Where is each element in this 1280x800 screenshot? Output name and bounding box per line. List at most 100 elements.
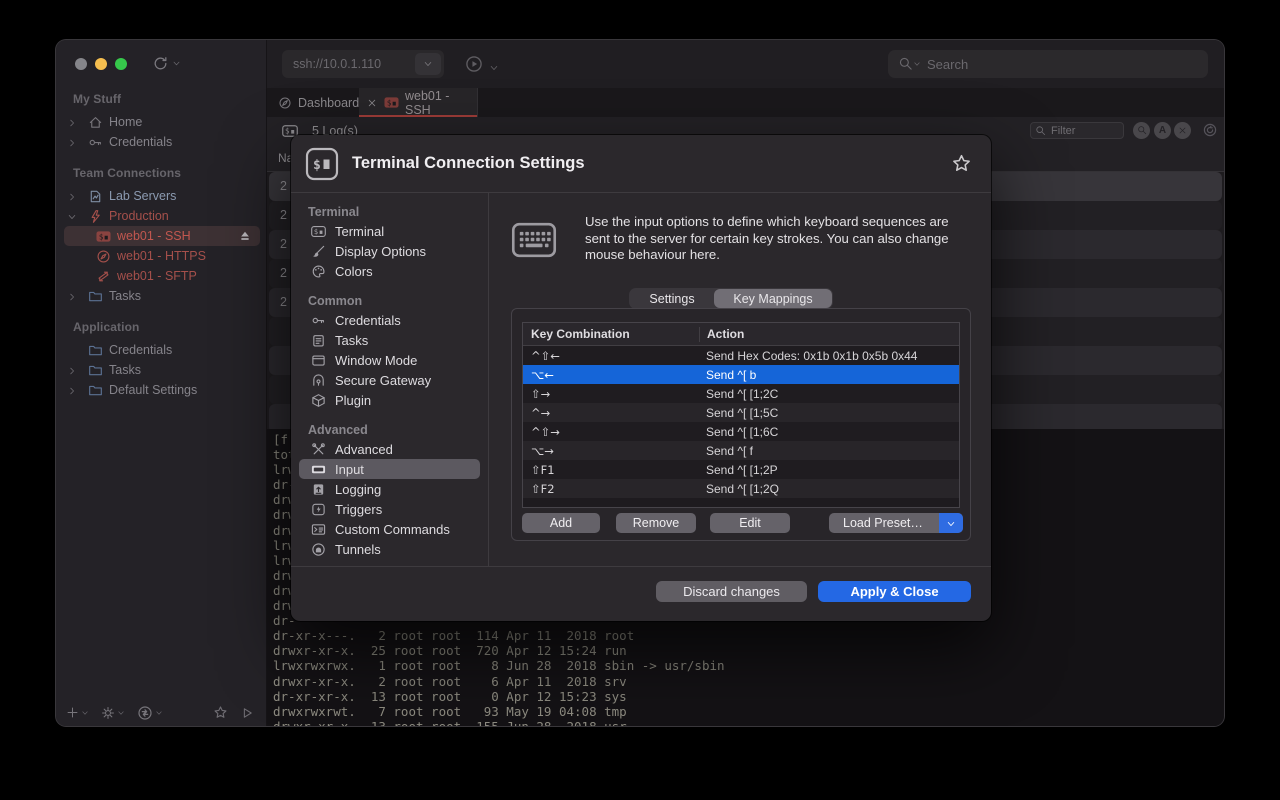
tab-label: web01 - SSH — [405, 89, 477, 117]
commands-icon — [311, 521, 327, 537]
window-icon — [311, 352, 327, 368]
filter-input[interactable]: Filter — [1030, 122, 1124, 139]
dialog-nav-item-secure-gateway[interactable]: Secure Gateway — [299, 370, 480, 390]
load-preset-button[interactable]: Load Preset… — [829, 513, 963, 533]
dialog-nav-label: Terminal — [335, 224, 384, 239]
dialog-nav-item-colors[interactable]: Colors — [299, 261, 480, 281]
tab-key-mappings[interactable]: Key Mappings — [714, 289, 832, 308]
address-dropdown-button[interactable] — [415, 53, 441, 75]
home-icon — [88, 114, 104, 129]
chevron-right-icon[interactable] — [67, 363, 81, 377]
search-input[interactable]: Search — [888, 50, 1208, 78]
column-key-combination[interactable]: Key Combination — [523, 327, 699, 341]
table-header[interactable]: Key Combination Action — [523, 323, 959, 346]
clear-button[interactable] — [1174, 122, 1191, 139]
remove-button[interactable]: Remove — [616, 513, 696, 533]
sidebar-item-credentials[interactable]: Credentials — [64, 340, 260, 360]
sidebar-item-label: web01 - SFTP — [117, 269, 197, 283]
zoom-button[interactable] — [1133, 122, 1150, 139]
key-mapping-row[interactable]: ⌥←Send ^[ b — [523, 365, 959, 384]
key-mapping-row[interactable]: ⇧→Send ^[ [1;2C — [523, 384, 959, 403]
run-button[interactable] — [465, 55, 483, 73]
traffic-light-minimize[interactable] — [95, 58, 107, 70]
key-mapping-row[interactable]: ^→Send ^[ [1;5C — [523, 403, 959, 422]
chevron-right-icon[interactable] — [67, 383, 81, 397]
sidebar-item-production[interactable]: Production — [64, 206, 260, 226]
dialog-nav-item-terminal[interactable]: $ Terminal — [299, 221, 480, 241]
traffic-light-zoom[interactable] — [115, 58, 127, 70]
transfer-button[interactable] — [137, 704, 165, 722]
refresh-button[interactable] — [1201, 122, 1218, 139]
dialog-nav-item-logging[interactable]: Logging — [299, 479, 480, 499]
settings-button[interactable] — [101, 704, 127, 722]
key-mapping-row[interactable]: ⇧F2Send ^[ [1;2Q — [523, 479, 959, 498]
sidebar-item-web01-sftp[interactable]: web01 - SFTP — [64, 266, 260, 286]
sidebar-item-label: web01 - HTTPS — [117, 249, 206, 263]
key-icon — [311, 312, 327, 328]
dialog-nav-item-advanced[interactable]: Advanced — [299, 439, 480, 459]
chevron-right-icon[interactable] — [67, 115, 81, 129]
sidebar-item-label: Credentials — [109, 343, 172, 357]
sidebar-item-default-settings[interactable]: Default Settings — [64, 380, 260, 400]
eject-icon[interactable] — [238, 229, 252, 244]
sidebar-item-home[interactable]: Home — [64, 112, 260, 132]
column-action[interactable]: Action — [699, 327, 959, 342]
dialog-nav-item-display-options[interactable]: Display Options — [299, 241, 480, 261]
dialog-nav-item-custom-commands[interactable]: Custom Commands — [299, 519, 480, 539]
sidebar-item-label: web01 - SSH — [117, 229, 191, 243]
key-mappings-group: Key Combination Action ^⇧←Send Hex Codes… — [511, 308, 971, 541]
address-combobox[interactable]: ssh://10.0.1.110 — [282, 50, 444, 78]
key-mapping-row[interactable]: ⇧F1Send ^[ [1;2P — [523, 460, 959, 479]
key-mapping-row[interactable]: ^⇧←Send Hex Codes: 0x1b 0x1b 0x5b 0x44 — [523, 346, 959, 365]
dialog-nav-item-window-mode[interactable]: Window Mode — [299, 350, 480, 370]
traffic-light-close[interactable] — [75, 58, 87, 70]
dialog-nav-item-input[interactable]: Input — [299, 459, 480, 479]
sync-button[interactable] — [152, 55, 181, 73]
dialog-nav-item-triggers[interactable]: Triggers — [299, 499, 480, 519]
terminal-outline-icon: $ — [311, 223, 327, 239]
tab-settings[interactable]: Settings — [630, 289, 714, 308]
dialog-nav-item-plugin[interactable]: Plugin — [299, 390, 480, 410]
tab-dashboard[interactable]: Dashboard — [278, 88, 359, 117]
dialog-nav-item-tasks[interactable]: Tasks — [299, 330, 480, 350]
chevron-down-icon[interactable] — [67, 209, 81, 223]
chevron-right-icon[interactable] — [67, 189, 81, 203]
key-mapping-row[interactable]: ^⇧→Send ^[ [1;6C — [523, 422, 959, 441]
sidebar-item-credentials[interactable]: Credentials — [64, 132, 260, 152]
chevron-right-icon[interactable] — [67, 135, 81, 149]
load-preset-dropdown[interactable] — [939, 513, 963, 533]
dialog-nav-item-tunnels[interactable]: Tunnels — [299, 539, 480, 559]
favorites-button[interactable] — [213, 704, 228, 722]
add-connection-button[interactable] — [66, 704, 91, 722]
connect-button[interactable] — [240, 704, 254, 722]
sidebar-item-tasks[interactable]: Tasks — [64, 360, 260, 380]
dialog-nav-label: Colors — [335, 264, 373, 279]
brush-icon — [311, 243, 327, 259]
font-size-button[interactable]: A — [1154, 122, 1171, 139]
sidebar-item-web01-ssh[interactable]: $web01 - SSH — [64, 226, 260, 246]
sidebar-item-web01-https[interactable]: web01 - HTTPS — [64, 246, 260, 266]
key-mapping-row[interactable]: ⌥→Send ^[ f — [523, 441, 959, 460]
key-combination-cell: ⌥← — [523, 368, 699, 382]
key-combination-cell: ⇧→ — [523, 387, 699, 401]
key-icon — [88, 134, 104, 149]
dashboard-icon — [278, 95, 292, 110]
dialog-nav: Terminal$TerminalDisplay OptionsColorsCo… — [291, 193, 489, 566]
close-icon[interactable] — [367, 96, 377, 110]
apply-close-button[interactable]: Apply & Close — [818, 581, 971, 602]
sidebar-item-tasks[interactable]: Tasks — [64, 286, 260, 306]
run-dropdown-button[interactable] — [489, 59, 499, 77]
favorite-star-button[interactable] — [951, 153, 972, 174]
add-button[interactable]: Add — [522, 513, 600, 533]
tab-web01-ssh[interactable]: $ web01 - SSH — [359, 88, 478, 117]
chevron-right-icon[interactable] — [67, 289, 81, 303]
plus-icon — [66, 704, 79, 722]
sidebar-item-lab-servers[interactable]: Lab Servers — [64, 186, 260, 206]
dialog-nav-section-title: Terminal — [308, 205, 488, 221]
dialog-footer: Discard changes Apply & Close — [291, 566, 991, 621]
dialog-nav-item-credentials[interactable]: Credentials — [299, 310, 480, 330]
discard-changes-button[interactable]: Discard changes — [656, 581, 807, 602]
svg-text:$: $ — [387, 98, 392, 107]
edit-button[interactable]: Edit — [710, 513, 790, 533]
magnifier-icon — [1137, 122, 1147, 140]
